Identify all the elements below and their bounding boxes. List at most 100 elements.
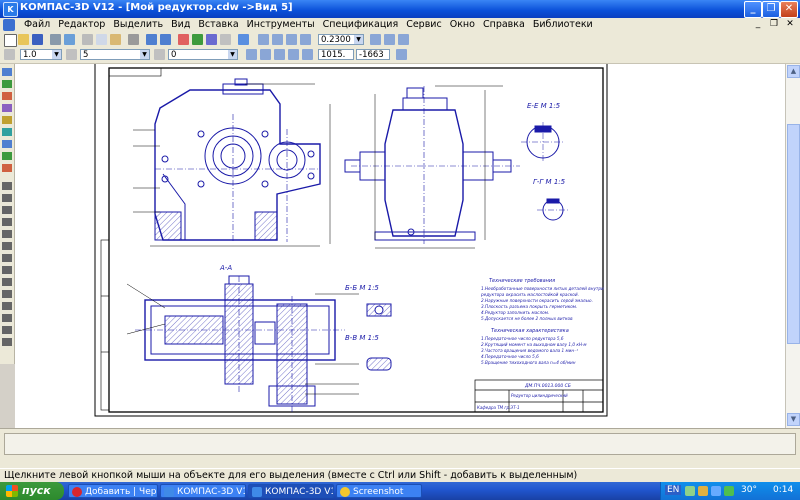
- coord-x-field[interactable]: 1015.: [318, 49, 354, 60]
- select-icon[interactable]: [2, 140, 12, 148]
- properties-icon[interactable]: [128, 34, 139, 45]
- property-panel-area[interactable]: [4, 433, 796, 455]
- menu-libraries[interactable]: Библиотеки: [529, 19, 597, 31]
- state-icon[interactable]: [154, 49, 165, 60]
- layer-icon[interactable]: [66, 49, 77, 60]
- update-icon[interactable]: [724, 486, 734, 496]
- volume-icon[interactable]: [711, 486, 721, 496]
- chevron-down-icon[interactable]: ▼: [140, 50, 149, 59]
- minimize-button[interactable]: _: [744, 1, 762, 18]
- preview-icon[interactable]: [64, 34, 75, 45]
- cursor-step-icon[interactable]: [396, 49, 407, 60]
- ellipse-icon[interactable]: [2, 230, 12, 238]
- open-icon[interactable]: [18, 34, 29, 45]
- menu-view[interactable]: Вид: [167, 19, 194, 31]
- clock[interactable]: 0:14: [773, 485, 793, 495]
- task-kompas-1[interactable]: КОМПАС-3D V12: [160, 484, 246, 498]
- spline-icon[interactable]: [2, 242, 12, 250]
- task-opera[interactable]: Добавить | Чер...: [68, 484, 158, 498]
- manager-icon[interactable]: [178, 34, 189, 45]
- menu-select[interactable]: Выделить: [109, 19, 167, 31]
- task-screenshot[interactable]: Screenshot: [336, 484, 422, 498]
- zoom-out-icon[interactable]: [272, 34, 283, 45]
- section-view-a[interactable]: [126, 275, 359, 412]
- close-button[interactable]: ✕: [780, 1, 798, 18]
- zoom-window-icon[interactable]: [286, 34, 297, 45]
- circle-icon[interactable]: [2, 206, 12, 214]
- point-icon[interactable]: [2, 182, 12, 190]
- doc-restore-icon[interactable]: ❐: [768, 19, 780, 30]
- new-document-icon[interactable]: [4, 34, 17, 47]
- menu-insert[interactable]: Вставка: [194, 19, 242, 31]
- section-g-detail[interactable]: [537, 198, 569, 221]
- drawing-canvas[interactable]: Е-Е М 1:5 Г-Г М 1:5 А-А Б-Б М 1:5 В-В М …: [15, 64, 785, 428]
- segment-icon[interactable]: [2, 194, 12, 202]
- rotate-icon[interactable]: [398, 34, 409, 45]
- print-icon[interactable]: [50, 34, 61, 45]
- snap-icon[interactable]: [246, 49, 257, 60]
- copy-icon[interactable]: [96, 34, 107, 45]
- chamfer-icon[interactable]: [2, 290, 12, 298]
- grid-icon[interactable]: [4, 49, 15, 60]
- equidistant-icon[interactable]: [2, 338, 12, 346]
- section-b-detail[interactable]: [366, 303, 392, 317]
- cursor-icon[interactable]: [302, 49, 313, 60]
- coord-y-field[interactable]: -1663: [356, 49, 390, 60]
- help-icon[interactable]: [238, 34, 249, 45]
- save-icon[interactable]: [32, 34, 43, 45]
- language-indicator[interactable]: EN: [665, 485, 682, 495]
- chevron-down-icon[interactable]: ▼: [354, 35, 363, 44]
- doc-minimize-icon[interactable]: _: [752, 19, 764, 30]
- section-e-detail[interactable]: [521, 122, 565, 162]
- variables-icon[interactable]: [192, 34, 203, 45]
- spec-icon[interactable]: [2, 164, 12, 172]
- restore-button[interactable]: ❐: [762, 1, 780, 18]
- undo-icon[interactable]: [146, 34, 157, 45]
- symbols-icon[interactable]: [2, 92, 12, 100]
- layer-field[interactable]: 0 ▼: [168, 49, 238, 60]
- scroll-down-icon[interactable]: ▼: [787, 413, 800, 426]
- side-view[interactable]: [344, 85, 520, 249]
- associative-views-icon[interactable]: [2, 152, 12, 160]
- zoom-all-icon[interactable]: [300, 34, 311, 45]
- chevron-down-icon[interactable]: ▼: [228, 50, 237, 59]
- kompas-app-icon[interactable]: K: [3, 2, 18, 17]
- document-icon[interactable]: [3, 19, 15, 31]
- geometry-icon[interactable]: [2, 68, 12, 76]
- pan-icon[interactable]: [370, 34, 381, 45]
- menu-service[interactable]: Сервис: [402, 19, 446, 31]
- dimensions-icon[interactable]: [2, 80, 12, 88]
- parametrize-icon[interactable]: [2, 116, 12, 124]
- rectangle-icon[interactable]: [2, 266, 12, 274]
- doc-close-icon[interactable]: ✕: [784, 19, 796, 30]
- antivirus-icon[interactable]: [698, 486, 708, 496]
- front-view[interactable]: [133, 78, 331, 247]
- menu-window[interactable]: Окно: [446, 19, 479, 31]
- network-icon[interactable]: [685, 486, 695, 496]
- chevron-down-icon[interactable]: ▼: [52, 50, 61, 59]
- arc-icon[interactable]: [2, 218, 12, 226]
- vertical-scrollbar[interactable]: ▲ ▼: [785, 64, 800, 428]
- local-cs-icon[interactable]: [274, 49, 285, 60]
- menu-file[interactable]: Файл: [20, 19, 54, 31]
- zoom-field[interactable]: 0.2300 ▼: [318, 34, 364, 45]
- cut-icon[interactable]: [82, 34, 93, 45]
- edit-icon[interactable]: [2, 104, 12, 112]
- fillet-icon[interactable]: [2, 302, 12, 310]
- redo-icon[interactable]: [160, 34, 171, 45]
- library-icon[interactable]: [220, 34, 231, 45]
- refresh-icon[interactable]: [384, 34, 395, 45]
- zoom-in-icon[interactable]: [258, 34, 269, 45]
- window-title-bar[interactable]: K КОМПАС-3D V12 - [Мой редуктор.cdw ->Ви…: [0, 0, 800, 18]
- task-kompas-2[interactable]: КОМПАС-3D V1...: [248, 484, 334, 498]
- menu-help[interactable]: Справка: [479, 19, 529, 31]
- ortho-icon[interactable]: [260, 49, 271, 60]
- section-v-detail[interactable]: [366, 357, 392, 371]
- scroll-up-icon[interactable]: ▲: [787, 65, 800, 78]
- menu-tools[interactable]: Инструменты: [243, 19, 319, 31]
- menu-edit[interactable]: Редактор: [54, 19, 109, 31]
- contour-icon[interactable]: [2, 326, 12, 334]
- style-field[interactable]: 5 ▼: [80, 49, 150, 60]
- drawing-sheet[interactable]: Е-Е М 1:5 Г-Г М 1:5 А-А Б-Б М 1:5 В-В М …: [15, 64, 785, 428]
- line-scale-field[interactable]: 1.0 ▼: [20, 49, 62, 60]
